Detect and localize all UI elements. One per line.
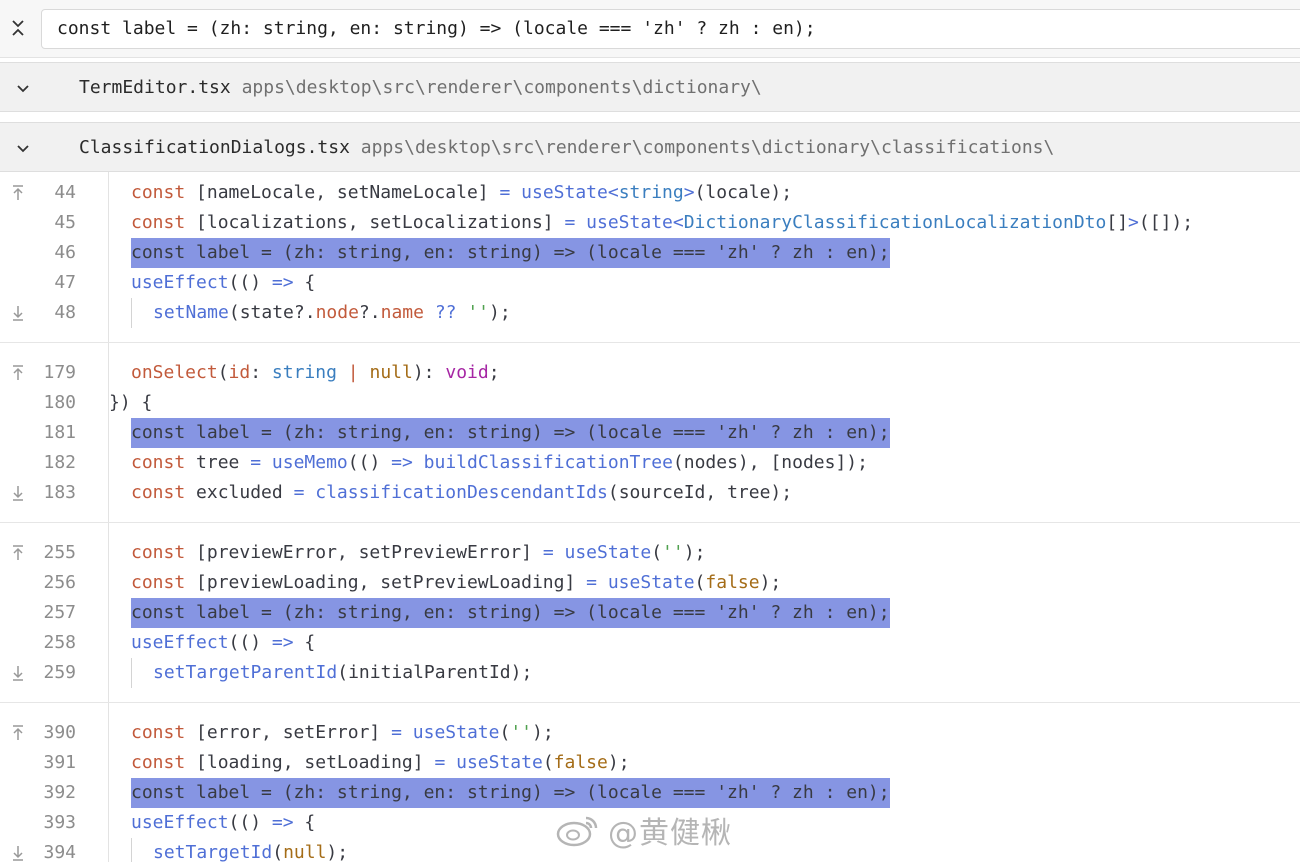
line-number: 46	[54, 242, 76, 263]
expand-down-icon[interactable]	[11, 664, 25, 682]
code-line-match[interactable]: 392 const label = (zh: string, en: strin…	[0, 778, 1300, 808]
code-line[interactable]: 255 const [previewError, setPreviewError…	[0, 538, 1300, 568]
expand-down-icon[interactable]	[11, 844, 25, 862]
line-number: 183	[43, 482, 76, 503]
line-number: 392	[43, 782, 76, 803]
code-line[interactable]: 180 }) {	[0, 388, 1300, 418]
line-number: 393	[43, 812, 76, 833]
search-bar: const label = (zh: string, en: string) =…	[0, 0, 1300, 58]
code-line[interactable]: 44 const [nameLocale, setNameLocale] = u…	[0, 178, 1300, 208]
expand-up-icon[interactable]	[11, 724, 25, 742]
indent-guide	[131, 658, 132, 688]
code-text: }) {	[109, 392, 153, 413]
code-line[interactable]: 45 const [localizations, setLocalization…	[0, 208, 1300, 238]
code-line[interactable]: 47 useEffect(() => {	[0, 268, 1300, 298]
hunk-separator	[0, 342, 1300, 343]
chevron-down-icon[interactable]	[14, 139, 32, 157]
line-number: 181	[43, 422, 76, 443]
watermark: @黄健楸	[556, 808, 746, 852]
line-number: 180	[43, 392, 76, 413]
code-text: setTargetParentId(initialParentId);	[153, 662, 533, 683]
expand-down-icon[interactable]	[11, 484, 25, 502]
code-line[interactable]: 179 onSelect(id: string | null): void;	[0, 358, 1300, 388]
line-number: 182	[43, 452, 76, 473]
indent-guide	[131, 298, 132, 328]
expand-up-icon[interactable]	[11, 544, 25, 562]
code-text: const [localizations, setLocalizations] …	[131, 212, 1194, 233]
code-line[interactable]: 183 const excluded = classificationDesce…	[0, 478, 1300, 508]
code-text: const [nameLocale, setNameLocale] = useS…	[131, 182, 793, 203]
code-line-match[interactable]: 257 const label = (zh: string, en: strin…	[0, 598, 1300, 628]
expand-up-icon[interactable]	[11, 364, 25, 382]
code-line[interactable]: 390 const [error, setError] = useState('…	[0, 718, 1300, 748]
line-number: 45	[54, 212, 76, 233]
line-number: 259	[43, 662, 76, 683]
code-line-match[interactable]: 46 const label = (zh: string, en: string…	[0, 238, 1300, 268]
line-number: 179	[43, 362, 76, 383]
code-text: setTargetId(null);	[153, 842, 349, 862]
indent-guide	[131, 838, 132, 862]
code-line[interactable]: 256 const [previewLoading, setPreviewLoa…	[0, 568, 1300, 598]
search-match: const label = (zh: string, en: string) =…	[131, 778, 890, 808]
search-match: const label = (zh: string, en: string) =…	[131, 238, 890, 268]
code-line[interactable]: 391 const [loading, setLoading] = useSta…	[0, 748, 1300, 778]
search-match: const label = (zh: string, en: string) =…	[131, 418, 890, 448]
line-number: 257	[43, 602, 76, 623]
file-path: apps\desktop\src\renderer\components\dic…	[241, 77, 762, 98]
code-text: setName(state?.node?.name ?? '');	[153, 302, 511, 323]
search-input[interactable]: const label = (zh: string, en: string) =…	[41, 9, 1300, 49]
code-line[interactable]: 48 setName(state?.node?.name ?? '');	[0, 298, 1300, 328]
hunk-separator	[0, 702, 1300, 703]
code-text: const [error, setError] = useState('');	[131, 722, 554, 743]
line-number: 390	[43, 722, 76, 743]
code-text: useEffect(() => {	[131, 812, 316, 833]
line-number: 391	[43, 752, 76, 773]
file-header-term-editor[interactable]: TermEditor.tsx apps\desktop\src\renderer…	[0, 62, 1300, 112]
expand-down-icon[interactable]	[11, 304, 25, 322]
line-number: 48	[54, 302, 76, 323]
code-text: const [loading, setLoading] = useState(f…	[131, 752, 630, 773]
weibo-logo-icon	[556, 816, 598, 847]
line-number: 255	[43, 542, 76, 563]
line-number: 394	[43, 842, 76, 862]
file-path: apps\desktop\src\renderer\components\dic…	[360, 137, 1055, 158]
code-line[interactable]: 258 useEffect(() => {	[0, 628, 1300, 658]
expand-up-icon[interactable]	[11, 184, 25, 202]
line-number: 47	[54, 272, 76, 293]
code-text: useEffect(() => {	[131, 632, 316, 653]
chevron-down-icon[interactable]	[14, 79, 32, 97]
code-text: const excluded = classificationDescendan…	[131, 482, 793, 503]
hunk-separator	[0, 522, 1300, 523]
code-text: const [previewError, setPreviewError] = …	[131, 542, 706, 563]
code-line[interactable]: 259 setTargetParentId(initialParentId);	[0, 658, 1300, 688]
code-text: useEffect(() => {	[131, 272, 316, 293]
code-text: const [previewLoading, setPreviewLoading…	[131, 572, 782, 593]
code-text: const tree = useMemo(() => buildClassifi…	[131, 452, 868, 473]
code-text: onSelect(id: string | null): void;	[131, 362, 500, 383]
line-number: 44	[54, 182, 76, 203]
code-line-match[interactable]: 181 const label = (zh: string, en: strin…	[0, 418, 1300, 448]
search-match: const label = (zh: string, en: string) =…	[131, 598, 890, 628]
file-name: ClassificationDialogs.tsx	[79, 137, 350, 158]
code-line[interactable]: 182 const tree = useMemo(() => buildClas…	[0, 448, 1300, 478]
file-name: TermEditor.tsx	[79, 77, 231, 98]
line-number: 258	[43, 632, 76, 653]
collapse-all-icon[interactable]	[8, 16, 28, 40]
watermark-text: @黄健楸	[608, 816, 732, 851]
line-number: 256	[43, 572, 76, 593]
file-header-classification-dialogs[interactable]: ClassificationDialogs.tsx apps\desktop\s…	[0, 122, 1300, 172]
